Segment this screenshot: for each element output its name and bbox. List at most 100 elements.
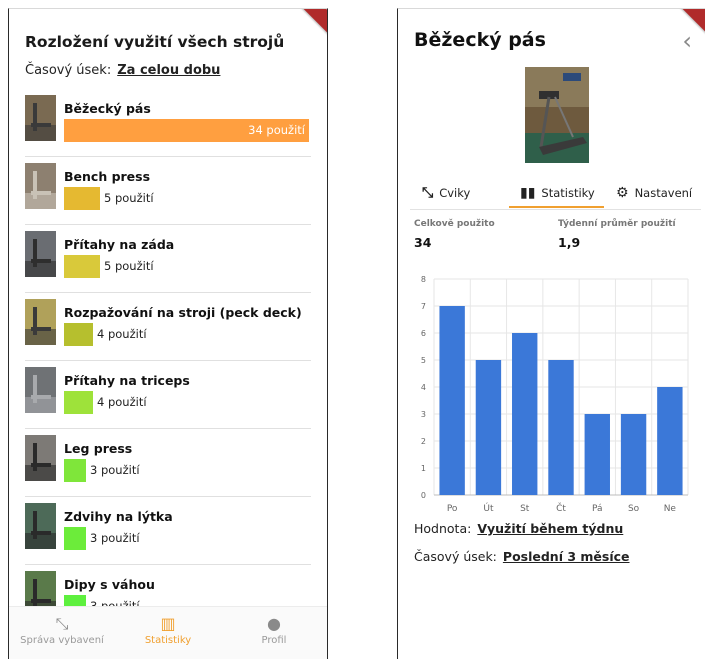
nav-label: Správa vybavení: [20, 635, 104, 646]
y-tick-label: 5: [421, 356, 426, 365]
machine-name: Dipy s váhou: [64, 577, 155, 592]
machine-row[interactable]: Běžecký pás 34 použití: [25, 89, 311, 157]
y-tick-label: 7: [421, 302, 426, 311]
machine-photo: [525, 67, 589, 163]
y-tick-label: 2: [421, 437, 426, 446]
usage-count: 3 použití: [90, 531, 140, 545]
x-tick-label: Pá: [592, 504, 603, 514]
bar-Po: [439, 306, 465, 495]
usage-count: 4 použití: [97, 327, 147, 341]
x-tick-label: So: [628, 504, 640, 514]
bar-St: [512, 333, 538, 495]
tab-gear[interactable]: ⚙ Nastavení: [616, 179, 692, 207]
usage-bar: [64, 323, 93, 346]
y-tick-label: 3: [421, 410, 426, 419]
usage-bar: [64, 527, 86, 550]
machine-photo: [25, 503, 56, 549]
machine-row[interactable]: Zdvihy na lýtka 3 použití: [25, 497, 311, 565]
timespan-label: Časový úsek:: [414, 549, 497, 564]
nav-item-dumbbell[interactable]: ⤡ Správa vybavení: [9, 613, 115, 646]
back-chevron-icon[interactable]: ‹: [682, 29, 692, 53]
bar-Čt: [548, 360, 574, 495]
detail-tabs: ⤡ Cviky ▮▮ Statistiky ⚙ Nastavení: [410, 179, 701, 210]
usage-bar: [64, 255, 100, 278]
timespan-row: Časový úsek: Za celou dobu: [25, 63, 220, 78]
gear-icon: ⚙: [616, 185, 629, 201]
machine-photo: [25, 95, 56, 141]
bar-chart-icon: ▮▮: [520, 185, 536, 201]
tab-label: Nastavení: [634, 186, 693, 200]
bar-Pá: [584, 414, 610, 495]
weekday-usage-chart: 0 1 2 3 4 5 6 7 8 Po Út St Čt Pá So Ne: [421, 275, 689, 514]
usage-bar: [64, 187, 100, 210]
usage-bar: [64, 459, 86, 482]
machine-row[interactable]: Rozpažování na stroji (peck deck) 4 použi…: [25, 293, 311, 361]
x-tick-label: Ne: [664, 504, 677, 514]
usage-count: 4 použití: [97, 395, 147, 409]
usage-count: 5 použití: [104, 259, 154, 273]
stat-weekly-avg-label: Týdenní průměr použití: [558, 219, 676, 229]
nav-item-chart[interactable]: ▥ Statistiky: [115, 613, 221, 646]
machine-usage-screen: Rozložení využití všech strojů Časový ús…: [8, 8, 328, 659]
dumbbell-icon: ⤡: [55, 614, 69, 633]
machine-name: Rozpažování na stroji (peck deck): [64, 305, 302, 320]
chart-icon: ▥: [160, 614, 176, 633]
machine-name: Bench press: [64, 169, 151, 184]
x-tick-label: Út: [483, 502, 494, 514]
machine-name: Běžecký pás: [64, 101, 151, 116]
machine-photo: [25, 163, 56, 209]
page-title: Běžecký pás: [414, 29, 546, 51]
timespan-selector[interactable]: Za celou dobu: [117, 63, 220, 78]
machine-photo: [25, 299, 56, 345]
machine-name: Přítahy na triceps: [64, 373, 190, 388]
timespan-label: Časový úsek:: [25, 63, 112, 78]
bottom-navigation: ⤡ Správa vybavení ▥ Statistiky ● Profil: [9, 606, 327, 659]
tab-dumbbell[interactable]: ⤡ Cviky: [422, 179, 470, 207]
y-tick-label: 0: [421, 491, 426, 500]
usage-count: 3 použití: [90, 463, 140, 477]
x-tick-label: Po: [447, 504, 458, 514]
machine-detail-screen: Běžecký pás ‹ ⤡ Cviky ▮▮ Statistiky ⚙ Nastave…: [397, 8, 705, 659]
x-tick-label: Čt: [556, 502, 566, 514]
machine-row[interactable]: Přítahy na triceps 4 použití: [25, 361, 311, 429]
stat-total-value: 34: [414, 235, 432, 250]
timespan-selector[interactable]: Poslední 3 měsíce: [503, 549, 630, 564]
tab-label: Statistiky: [541, 186, 595, 200]
person-icon: ●: [267, 614, 281, 633]
machine-row[interactable]: Leg press 3 použití: [25, 429, 311, 497]
value-label: Hodnota:: [414, 521, 472, 536]
bar-Út: [475, 360, 502, 495]
machine-row[interactable]: Bench press 5 použití: [25, 157, 311, 225]
machine-name: Leg press: [64, 441, 133, 456]
tab-label: Cviky: [439, 186, 471, 200]
machine-row[interactable]: Přítahy na záda 5 použití: [25, 225, 311, 293]
dumbbell-icon: ⤡: [422, 185, 434, 201]
y-tick-label: 8: [421, 275, 426, 284]
usage-count: 34 použití: [248, 123, 305, 137]
machine-name: Přítahy na záda: [64, 237, 175, 252]
usage-count: 5 použití: [104, 191, 154, 205]
debug-banner: [291, 9, 327, 37]
bar-Ne: [657, 387, 683, 495]
machine-photo: [25, 435, 56, 481]
bar-So: [620, 414, 647, 495]
y-tick-label: 6: [421, 329, 426, 338]
tab-bar-chart[interactable]: ▮▮ Statistiky: [520, 179, 595, 207]
y-tick-label: 4: [421, 383, 426, 392]
nav-label: Statistiky: [144, 635, 192, 646]
nav-item-person[interactable]: ● Profil: [221, 613, 327, 646]
stat-total-label: Celkově použito: [414, 219, 495, 229]
nav-label: Profil: [261, 635, 287, 646]
value-selector[interactable]: Využití během týdnu: [477, 521, 623, 536]
page-title: Rozložení využití všech strojů: [25, 33, 285, 51]
machine-photo: [25, 231, 56, 277]
machine-photo: [25, 367, 56, 413]
machine-name: Zdvihy na lýtka: [64, 509, 173, 524]
timespan-row: Časový úsek: Poslední 3 měsíce: [414, 549, 630, 564]
x-tick-label: St: [520, 504, 530, 514]
value-row: Hodnota: Využití během týdnu: [414, 521, 623, 536]
usage-bar: 34 použití: [64, 119, 309, 142]
y-tick-label: 1: [421, 464, 426, 473]
stat-weekly-avg-value: 1,9: [558, 235, 581, 250]
machine-usage-list: Běžecký pás 34 použití Bench press 5 použit…: [25, 89, 311, 633]
